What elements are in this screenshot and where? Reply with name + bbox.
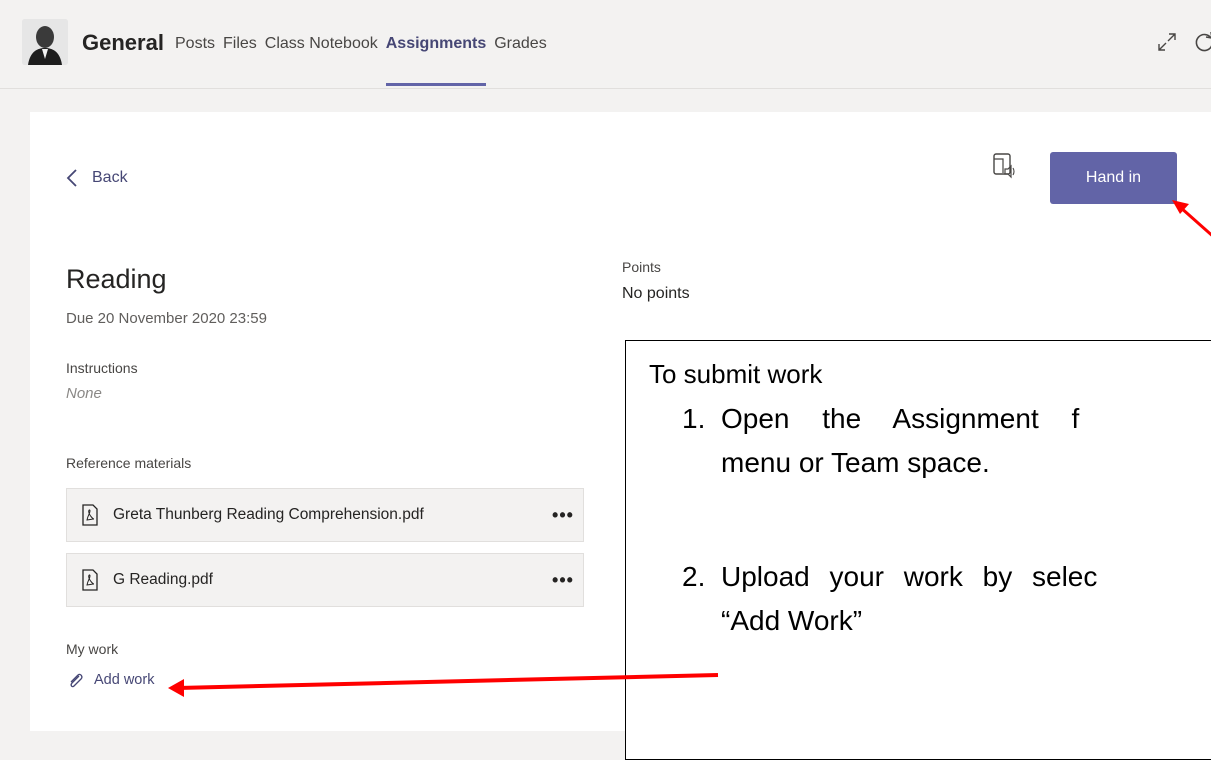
add-work-label: Add work bbox=[94, 672, 155, 688]
tab-assignments[interactable]: Assignments bbox=[385, 35, 487, 87]
refresh-icon[interactable] bbox=[1193, 30, 1211, 54]
my-work-label: My work bbox=[66, 641, 119, 657]
back-label: Back bbox=[92, 169, 128, 186]
more-icon[interactable]: ••• bbox=[543, 570, 583, 591]
channel-name: General bbox=[82, 30, 164, 55]
due-date: Due 20 November 2020 23:59 bbox=[66, 310, 267, 327]
channel-header: General Posts Files Class Notebook Assig… bbox=[0, 0, 1211, 89]
points-value: No points bbox=[622, 285, 690, 302]
reference-file-item[interactable]: Greta Thunberg Reading Comprehension.pdf… bbox=[66, 488, 584, 542]
add-work-button[interactable]: Add work bbox=[66, 670, 154, 690]
note-heading: To submit work bbox=[649, 359, 823, 389]
reference-materials-label: Reference materials bbox=[66, 455, 192, 471]
step-text: menu or Team space. bbox=[721, 447, 990, 478]
step-number: 1. bbox=[682, 403, 706, 434]
tab-files[interactable]: Files bbox=[223, 35, 257, 87]
step-text: “Add Work” bbox=[721, 605, 863, 636]
more-icon[interactable]: ••• bbox=[543, 505, 583, 526]
tab-posts[interactable]: Posts bbox=[175, 35, 215, 87]
tab-bar: Posts Files Class Notebook Assignments G… bbox=[175, 35, 555, 87]
file-name: Greta Thunberg Reading Comprehension.pdf bbox=[113, 506, 424, 523]
expand-icon[interactable] bbox=[1155, 30, 1179, 54]
instructions-value: None bbox=[66, 385, 102, 402]
step-number: 2. bbox=[682, 561, 706, 592]
points-label: Points bbox=[622, 259, 661, 275]
paperclip-icon bbox=[70, 673, 83, 688]
immersive-reader-icon[interactable] bbox=[991, 151, 1017, 181]
instructions-label: Instructions bbox=[66, 360, 138, 376]
instruction-note: To submit work 1. Open the Assignment f … bbox=[625, 340, 1211, 760]
reference-file-item[interactable]: G Reading.pdf ••• bbox=[66, 553, 584, 607]
pdf-file-icon bbox=[82, 504, 98, 526]
tab-grades[interactable]: Grades bbox=[494, 35, 546, 87]
step-text: Open the Assignment f bbox=[721, 403, 1080, 434]
pdf-file-icon bbox=[82, 569, 98, 591]
chevron-left-icon bbox=[66, 169, 77, 187]
assignment-title: Reading bbox=[66, 264, 167, 294]
hand-in-button[interactable]: Hand in bbox=[1050, 152, 1177, 204]
back-button[interactable]: Back bbox=[66, 168, 128, 188]
tab-class-notebook[interactable]: Class Notebook bbox=[265, 35, 378, 87]
step-text: Upload your work by selec bbox=[721, 561, 1098, 592]
team-avatar[interactable] bbox=[22, 19, 68, 65]
file-name: G Reading.pdf bbox=[113, 571, 213, 588]
